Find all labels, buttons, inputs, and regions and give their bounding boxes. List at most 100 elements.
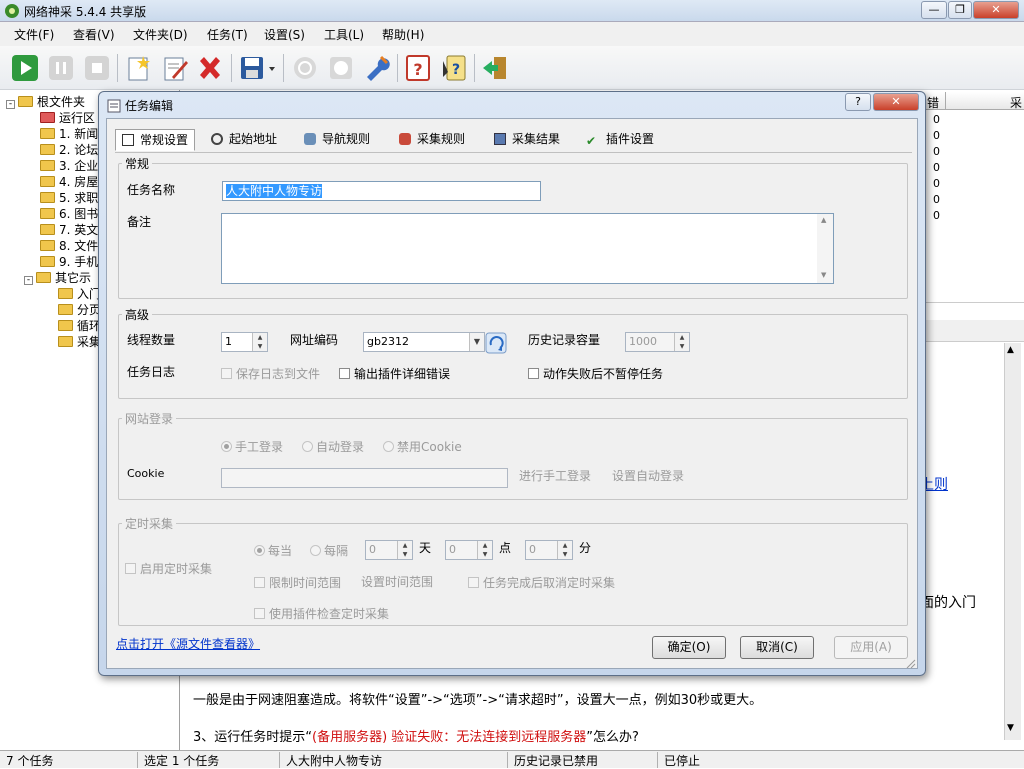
app-logo-icon xyxy=(5,4,19,18)
tree-item[interactable]: 7. 英文 xyxy=(40,222,98,238)
tree-other[interactable]: - 其它示 xyxy=(24,270,91,286)
collapse-icon[interactable]: - xyxy=(24,276,33,285)
minimize-button[interactable]: — xyxy=(921,1,947,19)
stepper-arrows-icon[interactable]: ▲ ▼ xyxy=(252,333,267,351)
ok-button[interactable]: 确定(O) xyxy=(652,636,726,659)
stepper-arrows-icon[interactable]: ▲ ▼ xyxy=(477,541,492,559)
tree-item[interactable]: 分页 xyxy=(58,302,101,318)
scroll-down-icon[interactable]: ▼ xyxy=(1007,723,1014,733)
checkmark-icon: ✔ xyxy=(586,134,597,148)
cancel-button[interactable]: 取消(C) xyxy=(740,636,814,659)
stepper-arrows-icon[interactable]: ▲ ▼ xyxy=(397,541,412,559)
error-count: 0 xyxy=(933,177,940,190)
tab-start-url[interactable]: 起始地址 xyxy=(205,129,283,151)
tab-collect-results[interactable]: 采集结果 xyxy=(488,129,566,151)
set-auto-login-button[interactable]: 设置自动登录 xyxy=(612,467,684,484)
tree-item[interactable]: 5. 求职 xyxy=(40,190,98,206)
limit-range-checkbox[interactable]: 限制时间范围 xyxy=(254,574,341,591)
no-pause-checkbox[interactable]: 动作失败后不暂停任务 xyxy=(528,365,663,382)
stop-icon[interactable] xyxy=(82,53,112,83)
refresh-encoding-icon[interactable] xyxy=(485,332,507,354)
scroll-up-icon[interactable]: ▲ xyxy=(1007,345,1014,355)
note-textarea[interactable]: ▲ ▼ xyxy=(221,213,834,284)
menu-tools[interactable]: 工具(L) xyxy=(324,26,364,43)
new-task-icon[interactable] xyxy=(123,53,153,83)
set-range-button[interactable]: 设置时间范围 xyxy=(361,573,433,590)
wrench-icon[interactable] xyxy=(361,53,391,83)
menu-settings[interactable]: 设置(S) xyxy=(264,26,305,43)
menu-help[interactable]: 帮助(H) xyxy=(382,26,424,43)
disable-cookie-radio[interactable]: 禁用Cookie xyxy=(383,438,462,455)
folder-icon xyxy=(40,144,55,155)
scroll-down-icon[interactable]: ▼ xyxy=(821,271,826,279)
collect-rule-icon xyxy=(399,133,411,145)
enable-schedule-checkbox[interactable]: 启用定时采集 xyxy=(125,560,212,577)
cookie-input[interactable] xyxy=(221,468,508,488)
plugin-errors-checkbox[interactable]: 输出插件详细错误 xyxy=(339,365,450,382)
auto-login-radio[interactable]: 自动登录 xyxy=(302,438,364,455)
maximize-button[interactable]: ❐ xyxy=(948,1,972,19)
tree-root[interactable]: - 根文件夹 xyxy=(6,94,85,110)
threads-stepper[interactable]: 1 ▲ ▼ xyxy=(221,332,268,352)
days-stepper[interactable]: 0 ▲ ▼ xyxy=(365,540,413,560)
tree-item[interactable]: 8. 文件 xyxy=(40,238,98,254)
manual-login-button[interactable]: 进行手工登录 xyxy=(519,467,591,484)
edit-task-icon[interactable] xyxy=(160,53,190,83)
every-radio[interactable]: 每隔 xyxy=(310,542,348,559)
dropdown-arrow-icon[interactable]: ▼ xyxy=(469,333,484,351)
note-scrollbar[interactable]: ▲ ▼ xyxy=(817,214,833,283)
tree-item[interactable]: 9. 手机 xyxy=(40,254,98,270)
stepper-arrows-icon[interactable]: ▲ ▼ xyxy=(557,541,572,559)
collapse-icon[interactable]: - xyxy=(6,100,15,109)
tab-nav-rules[interactable]: 导航规则 xyxy=(298,129,376,151)
history-capacity-stepper[interactable]: 1000 ▲ ▼ xyxy=(625,332,690,352)
power-icon[interactable] xyxy=(290,53,320,83)
tree-item[interactable]: 循环 xyxy=(58,318,101,334)
minute-stepper[interactable]: 0 ▲ ▼ xyxy=(525,540,573,560)
play-icon[interactable] xyxy=(10,53,40,83)
manual-login-radio[interactable]: 手工登录 xyxy=(221,438,283,455)
use-plugin-checkbox[interactable]: 使用插件检查定时采集 xyxy=(254,605,389,622)
folder-icon xyxy=(40,176,55,187)
pause-icon[interactable] xyxy=(46,53,76,83)
menu-file[interactable]: 文件(F) xyxy=(14,26,54,43)
save-icon[interactable] xyxy=(238,53,278,83)
tab-plugin-settings[interactable]: ✔ 插件设置 xyxy=(580,129,660,151)
exit-icon[interactable] xyxy=(480,53,510,83)
resize-grip-icon[interactable] xyxy=(904,657,916,669)
cancel-after-checkbox[interactable]: 任务完成后取消定时采集 xyxy=(468,574,615,591)
close-button[interactable]: ✕ xyxy=(973,1,1019,19)
tree-item[interactable]: 2. 论坛 xyxy=(40,142,98,158)
tree-item[interactable]: 3. 企业 xyxy=(40,158,98,174)
article-scrollbar[interactable]: ▲ ▼ xyxy=(1004,343,1021,740)
menu-task[interactable]: 任务(T) xyxy=(207,26,248,43)
save-log-checkbox[interactable]: 保存日志到文件 xyxy=(221,365,320,382)
menu-folder[interactable]: 文件夹(D) xyxy=(133,26,188,43)
column-header-last[interactable]: 采 xyxy=(1010,94,1022,111)
apply-button[interactable]: 应用(A) xyxy=(834,636,908,659)
each-radio[interactable]: 每当 xyxy=(254,542,292,559)
help-icon[interactable]: ? xyxy=(403,53,433,83)
tree-item[interactable]: 6. 图书 xyxy=(40,206,98,222)
source-viewer-link[interactable]: 点击打开《源文件查看器》 xyxy=(116,635,260,652)
dialog-help-button[interactable]: ? xyxy=(845,93,871,111)
tab-collect-rules[interactable]: 采集规则 xyxy=(393,129,471,151)
dialog-close-button[interactable]: ✕ xyxy=(873,93,919,111)
clock-icon[interactable] xyxy=(326,53,356,83)
encoding-select[interactable]: gb2312 ▼ xyxy=(363,332,485,352)
menu-view[interactable]: 查看(V) xyxy=(73,26,115,43)
task-name-input[interactable]: 人大附中人物专访 xyxy=(222,181,541,201)
tree-item[interactable]: 采集 xyxy=(58,334,101,350)
context-help-icon[interactable]: ? xyxy=(439,53,469,83)
tab-general[interactable]: 常规设置 xyxy=(115,129,196,151)
tree-item[interactable]: 4. 房屋 xyxy=(40,174,98,190)
stepper-arrows-icon[interactable]: ▲ ▼ xyxy=(674,333,689,351)
tree-item[interactable]: 入门 xyxy=(58,286,101,302)
tree-running[interactable]: 运行区 xyxy=(40,110,95,126)
hour-stepper[interactable]: 0 ▲ ▼ xyxy=(445,540,493,560)
page-icon xyxy=(122,134,134,146)
column-header-errors[interactable]: 错 xyxy=(927,94,939,111)
scroll-up-icon[interactable]: ▲ xyxy=(821,216,826,224)
delete-task-icon[interactable] xyxy=(195,53,225,83)
tree-item[interactable]: 1. 新闻 xyxy=(40,126,98,142)
